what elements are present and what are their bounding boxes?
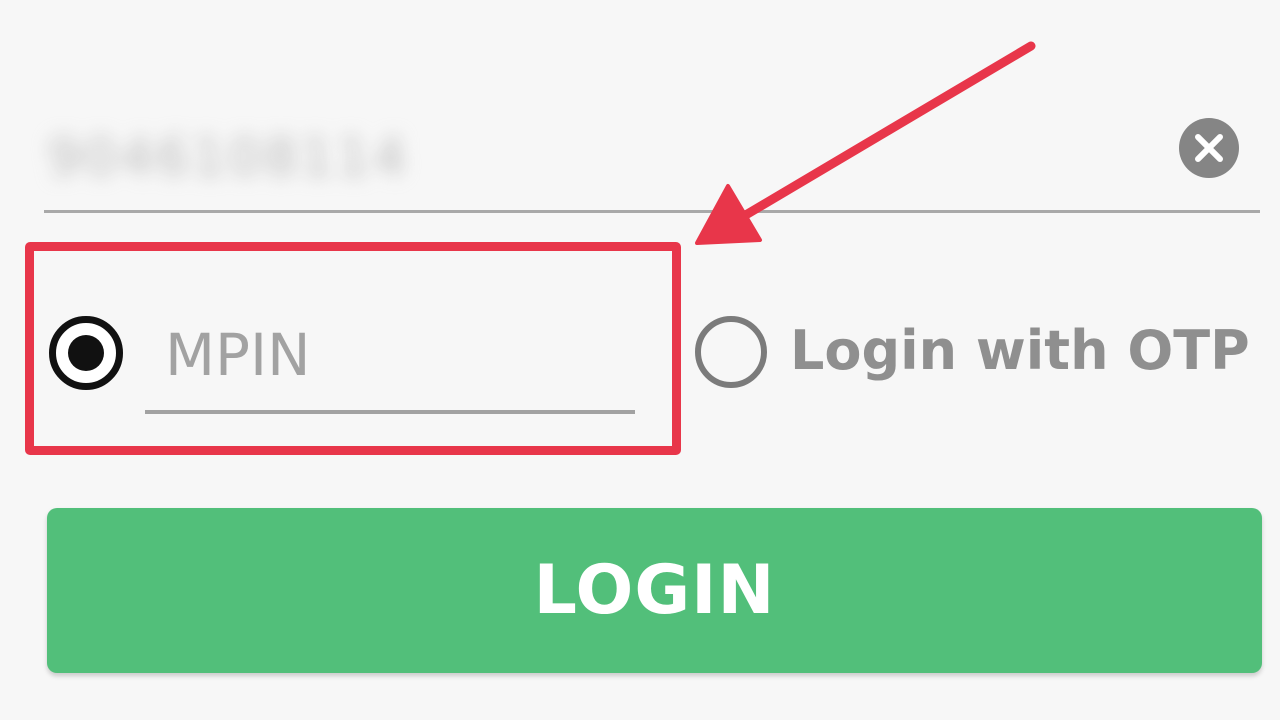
login-button-label: LOGIN bbox=[533, 551, 776, 630]
login-button[interactable]: LOGIN bbox=[47, 508, 1262, 673]
phone-number-value[interactable]: 9046108114 bbox=[48, 128, 409, 188]
phone-number-field[interactable]: 9046108114 bbox=[44, 100, 1262, 214]
otp-radio-button[interactable] bbox=[695, 316, 767, 388]
annotation-highlight-box bbox=[25, 242, 681, 455]
close-icon bbox=[1195, 134, 1223, 162]
phone-field-underline bbox=[44, 210, 1260, 213]
login-with-otp-label[interactable]: Login with OTP bbox=[790, 318, 1250, 384]
login-screen: 9046108114 MPIN Login with OTP LOGIN bbox=[0, 0, 1280, 720]
clear-phone-button[interactable] bbox=[1179, 118, 1239, 178]
